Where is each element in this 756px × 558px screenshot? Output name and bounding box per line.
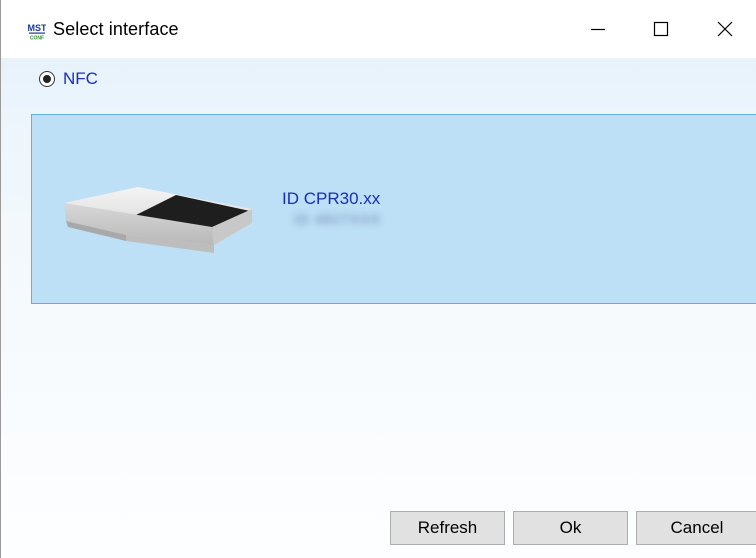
cancel-button[interactable]: Cancel: [636, 511, 756, 545]
maximize-icon: [653, 21, 669, 37]
select-interface-dialog: MST CONF Select interface NFC ID CPR30.x…: [0, 0, 756, 558]
minimize-button[interactable]: [566, 0, 630, 58]
minimize-icon: [591, 28, 605, 31]
title-bar[interactable]: MST CONF Select interface: [1, 0, 756, 58]
maximize-button[interactable]: [629, 0, 693, 58]
nfc-radio-label: NFC: [63, 69, 98, 88]
nfc-reader-device-image: [64, 187, 252, 253]
window-title: Select interface: [53, 19, 179, 39]
close-icon: [717, 21, 733, 37]
nfc-radio-option[interactable]: NFC: [39, 69, 98, 89]
device-list-item[interactable]: ID CPR30.xx ID 4827XXX: [31, 114, 756, 304]
app-logo-icon: MST CONF: [28, 21, 46, 41]
svg-text:CONF: CONF: [30, 36, 44, 42]
radio-selected-dot: [43, 75, 51, 83]
svg-text:MST: MST: [28, 23, 46, 33]
device-name: ID CPR30.xx: [282, 189, 381, 208]
device-serial-blurred: ID 4827XXX: [294, 211, 382, 227]
close-button[interactable]: [693, 0, 756, 58]
nfc-radio-button[interactable]: [39, 71, 55, 87]
dialog-content: NFC ID CPR30.xx ID 4827XXX Refresh Ok Ca…: [1, 58, 756, 558]
ok-button[interactable]: Ok: [513, 511, 628, 545]
refresh-button[interactable]: Refresh: [390, 511, 505, 545]
